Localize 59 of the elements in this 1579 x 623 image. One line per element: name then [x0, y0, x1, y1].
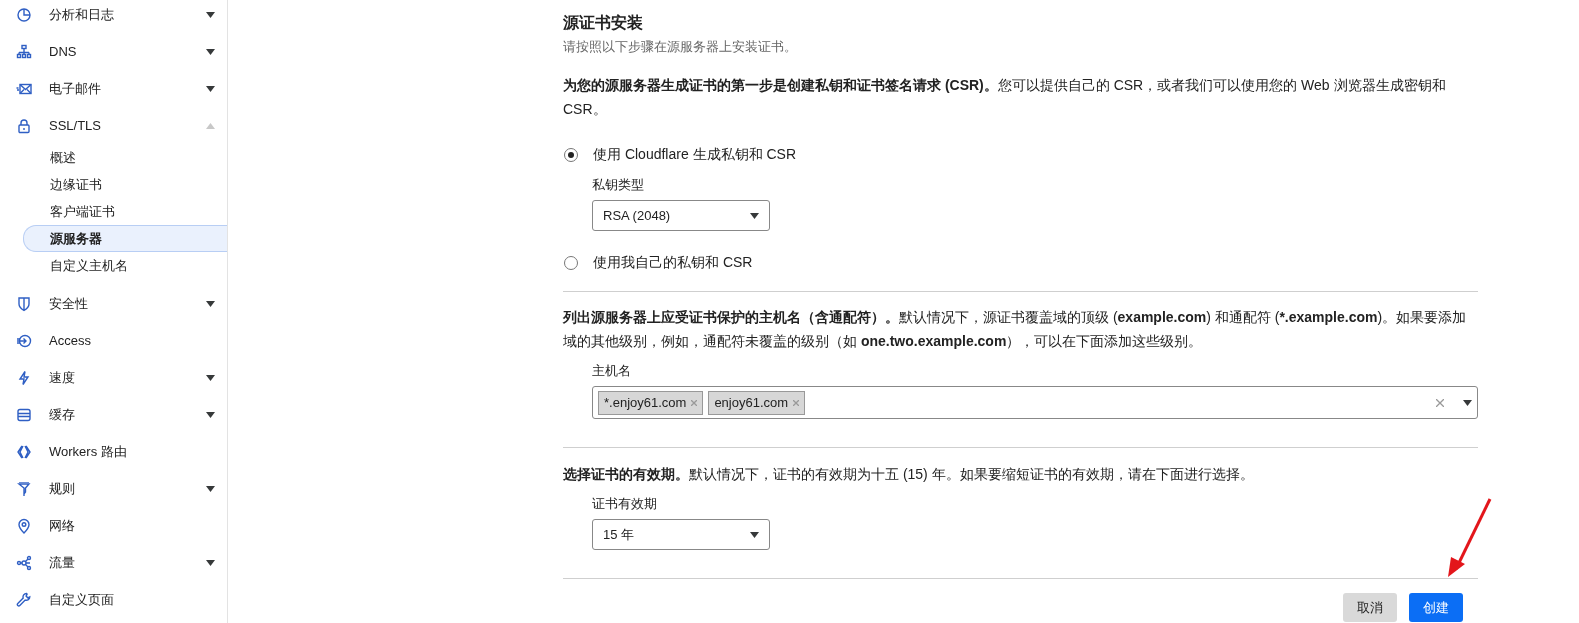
- key-type-dropdown[interactable]: RSA (2048): [592, 200, 770, 231]
- caret-icon[interactable]: [750, 531, 759, 538]
- field-label: 证书有效期: [592, 495, 658, 513]
- sidebar-item[interactable]: SSL/TLS: [0, 107, 227, 144]
- radio-label[interactable]: 使用我自己的私钥和 CSR: [593, 254, 753, 272]
- caret-icon[interactable]: [206, 48, 215, 55]
- sidebar-item[interactable]: 缓存: [0, 396, 227, 433]
- sidebar-item[interactable]: 速度: [0, 359, 227, 396]
- sidebar-item[interactable]: 安全性: [0, 285, 227, 322]
- caret-icon[interactable]: [1463, 399, 1472, 406]
- sidebar-item[interactable]: DNS: [0, 33, 227, 70]
- menu-icon: [16, 117, 32, 134]
- caret-icon[interactable]: [206, 300, 215, 307]
- section-description: 选择证书的有效期。默认情况下，证书的有效期为十五 (15) 年。如果要缩短证书的有效期，请在下面进行选择。: [563, 465, 1255, 484]
- caret-icon[interactable]: [206, 485, 215, 492]
- menu-icon: [16, 43, 32, 60]
- hostname-tag: enjoy61.com: [708, 390, 806, 415]
- menu-icon: [16, 443, 32, 460]
- create-button[interactable]: 创建: [1409, 593, 1463, 622]
- menu-icon: [16, 369, 32, 386]
- sidebar-item[interactable]: Workers 路由: [0, 433, 227, 470]
- field-label: 私钥类型: [592, 176, 645, 194]
- sidebar-subitem[interactable]: 边缘证书: [23, 171, 227, 198]
- page-title: 源证书安装: [563, 13, 644, 33]
- sidebar-item[interactable]: 电子邮件: [0, 70, 227, 107]
- section-description: 列出源服务器上应受证书保护的主机名（含通配符）。默认情况下，源证书覆盖域的顶级 (example.com) 和通配符 (*.example.com)。如果要添加域的其他级别，例如，通配符未覆盖的级别（如 one.two.example.com），可以在下面添加这些级别。: [563, 308, 1468, 351]
- field-label: 主机名: [592, 362, 632, 380]
- caret-icon[interactable]: [206, 374, 215, 381]
- section-description: 为您的源服务器生成证书的第一步是创建私钥和证书签名请求 (CSR)。您可以提供自己的 CSR，或者我们可以使用您的 Web 浏览器生成密钥和 CSR。: [563, 76, 1447, 119]
- caret-icon[interactable]: [206, 411, 215, 418]
- menu-icon: [16, 554, 32, 571]
- sidebar-item[interactable]: 分析和日志: [0, 0, 227, 33]
- caret-icon[interactable]: [206, 559, 215, 566]
- menu-icon: [16, 332, 32, 349]
- sidebar-item[interactable]: 网络: [0, 507, 227, 544]
- sidebar-item[interactable]: 规则: [0, 470, 227, 507]
- caret-icon[interactable]: [206, 11, 215, 18]
- sidebar-subitem[interactable]: 自定义主机名: [23, 252, 227, 279]
- hostname-tag: *.enjoy61.com: [598, 390, 704, 415]
- sidebar-subitem[interactable]: 客户端证书: [23, 198, 227, 225]
- cancel-button[interactable]: 取消: [1343, 593, 1397, 622]
- sidebar-item[interactable]: 自定义页面: [0, 581, 227, 618]
- menu-icon: [16, 295, 32, 312]
- hostname-field[interactable]: *.enjoy61.com enjoy61.com: [592, 386, 1478, 419]
- menu-icon: [16, 6, 32, 23]
- caret-icon[interactable]: [206, 85, 215, 92]
- validity-dropdown[interactable]: 15 年: [592, 519, 770, 550]
- sidebar-item[interactable]: 流量: [0, 544, 227, 581]
- clear-icon[interactable]: [1436, 398, 1444, 407]
- menu-icon: [16, 517, 32, 534]
- page-subtitle: 请按照以下步骤在源服务器上安装证书。: [563, 38, 798, 56]
- sidebar-subitem[interactable]: 概述: [23, 144, 227, 171]
- menu-icon: [16, 480, 32, 497]
- menu-icon: [16, 406, 32, 423]
- menu-icon: [16, 591, 32, 608]
- caret-icon[interactable]: [750, 212, 759, 219]
- sidebar-subitem[interactable]: 源服务器: [23, 225, 227, 252]
- sidebar-item[interactable]: Access: [0, 322, 227, 359]
- radio-label[interactable]: 使用 Cloudflare 生成私钥和 CSR: [593, 146, 797, 164]
